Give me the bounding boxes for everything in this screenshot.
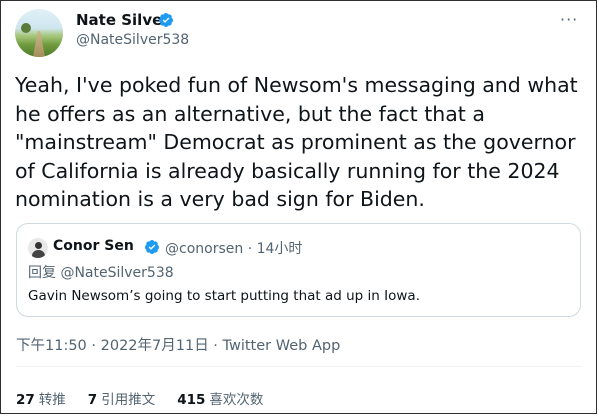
- quoted-reply-to: 回复 @NateSilver538: [28, 265, 174, 281]
- avatar-body: [32, 250, 45, 258]
- quotes-stat[interactable]: 7 引用推文: [88, 388, 155, 408]
- verified-badge-icon: [158, 13, 173, 27]
- tweet-timestamp-source[interactable]: 下午11:50 · 2022年7月11日 · Twitter Web App: [16, 334, 340, 355]
- author-avatar[interactable]: [15, 9, 63, 57]
- retweets-label: 转推: [38, 392, 66, 408]
- likes-stat[interactable]: 415 喜欢次数: [177, 388, 263, 408]
- avatar-tree: [21, 23, 31, 33]
- avatar-head: [35, 242, 42, 249]
- quoted-handle-time: @conorsen · 14小时: [165, 241, 303, 257]
- avatar-road: [33, 31, 45, 57]
- divider-top: [16, 366, 582, 367]
- quoted-avatar[interactable]: [28, 238, 48, 258]
- quoted-text: Gavin Newsom’s going to start putting th…: [28, 288, 420, 304]
- retweets-count: 27: [16, 392, 35, 408]
- tweet-card: Nate Silver @NateSilver538 ··· Yeah, I'v…: [0, 0, 597, 414]
- tweet-text: Yeah, I've poked fun of Newsom's messagi…: [15, 73, 578, 211]
- quoted-author-name: Conor Sen: [53, 238, 134, 254]
- more-options-icon[interactable]: ···: [560, 10, 578, 29]
- quotes-count: 7: [87, 392, 98, 408]
- author-handle[interactable]: @NateSilver538: [76, 32, 189, 48]
- engagement-stats: 27 转推 7 引用推文 415 喜欢次数: [16, 388, 263, 408]
- likes-count: 415: [177, 392, 206, 408]
- quoted-tweet[interactable]: Conor Sen @conorsen · 14小时 回复 @NateSilve…: [16, 223, 581, 317]
- author-name[interactable]: Nate Silver: [76, 11, 170, 29]
- verified-badge-icon: [144, 240, 159, 254]
- retweets-stat[interactable]: 27 转推: [16, 388, 66, 408]
- quotes-label: 引用推文: [101, 392, 156, 408]
- likes-label: 喜欢次数: [209, 392, 264, 408]
